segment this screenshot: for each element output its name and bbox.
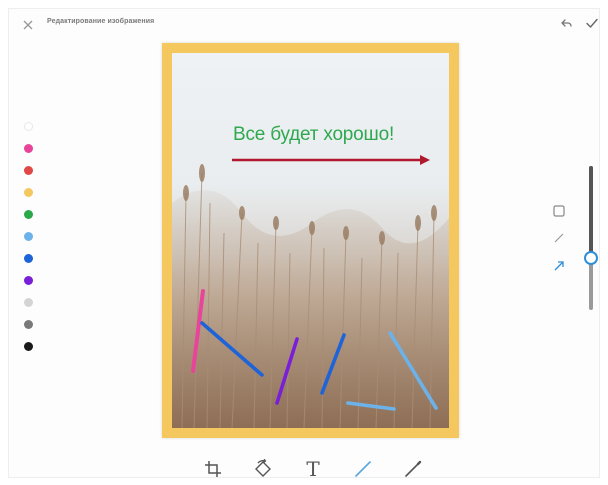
pen-icon [405, 460, 422, 477]
color-swatch-white[interactable] [23, 122, 33, 131]
close-button[interactable] [20, 17, 36, 33]
line-shape-tool[interactable] [551, 230, 567, 246]
color-swatch-pink[interactable] [23, 144, 33, 153]
rotate-button[interactable] [252, 458, 274, 480]
page-title: Редактирование изображения [47, 18, 155, 25]
rectangle-icon [553, 205, 565, 217]
color-palette [20, 122, 36, 364]
close-icon [23, 20, 33, 30]
brush-size-slider[interactable] [589, 166, 593, 310]
color-swatch-red[interactable] [23, 166, 33, 175]
color-swatch-purple[interactable] [23, 276, 33, 285]
pen-tool-button[interactable] [402, 458, 424, 480]
rotate-icon [255, 459, 271, 477]
slider-knob[interactable] [584, 251, 598, 265]
line-tool-icon [355, 461, 371, 477]
color-swatch-blue[interactable] [23, 254, 33, 263]
undo-icon [561, 19, 572, 27]
rectangle-tool[interactable] [551, 203, 567, 219]
text-annotation[interactable]: Все будет хорошо! [233, 124, 394, 146]
undo-button[interactable] [558, 16, 574, 32]
color-swatch-gray[interactable] [23, 320, 33, 329]
color-swatch-light-gray[interactable] [23, 298, 33, 307]
line-tool-button[interactable] [352, 458, 374, 480]
arrow-shape-tool[interactable] [551, 258, 567, 274]
color-swatch-black[interactable] [23, 342, 33, 351]
color-swatch-light-blue[interactable] [23, 232, 33, 241]
color-swatch-green[interactable] [23, 210, 33, 219]
check-icon [586, 18, 598, 28]
crop-icon [205, 461, 221, 477]
text-tool-button[interactable]: T [302, 458, 324, 480]
confirm-button[interactable] [584, 15, 600, 31]
slider-track-upper [589, 166, 593, 258]
line-icon [554, 233, 564, 243]
crop-button[interactable] [202, 458, 224, 480]
arrow-icon [554, 261, 564, 271]
color-swatch-yellow[interactable] [23, 188, 33, 197]
image-canvas[interactable]: Все будет хорошо! [162, 43, 459, 438]
reed-field-photo [172, 53, 449, 428]
